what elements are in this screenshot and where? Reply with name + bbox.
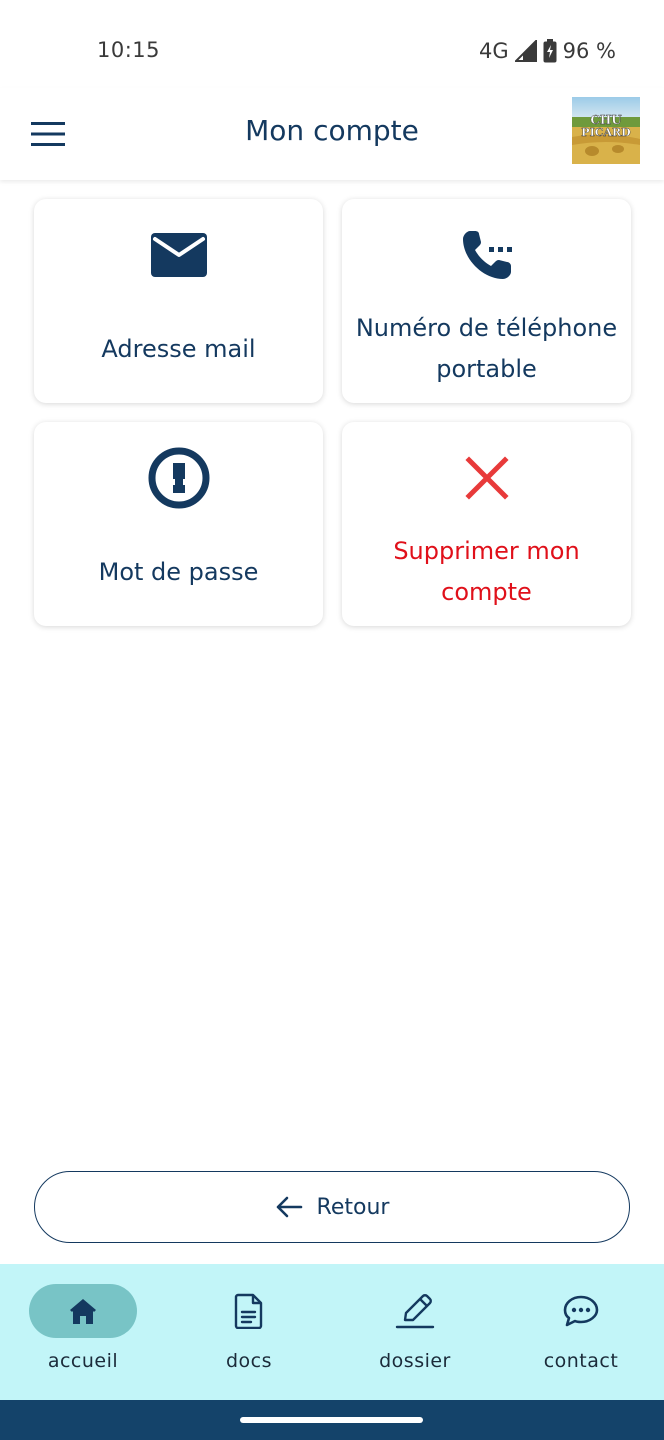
- keyhole-icon: [34, 446, 323, 510]
- home-indicator[interactable]: [240, 1417, 423, 1423]
- card-phone[interactable]: Numéro de téléphone portable: [342, 199, 631, 403]
- nav-item-accueil[interactable]: accueil: [8, 1284, 158, 1394]
- nav-label-dossier: dossier: [379, 1350, 451, 1372]
- battery-level: 96 %: [562, 39, 616, 63]
- svg-text:CHU: CHU: [590, 113, 622, 127]
- card-email[interactable]: Adresse mail: [34, 199, 323, 403]
- nav-label-contact: contact: [543, 1350, 619, 1372]
- chat-bubble-icon: [563, 1295, 599, 1327]
- nav-item-contact[interactable]: contact: [506, 1284, 656, 1394]
- status-bar: 10:15 4G 96 %: [0, 0, 664, 100]
- status-time: 10:15: [97, 38, 161, 62]
- retour-button[interactable]: Retour: [34, 1171, 630, 1243]
- nav-active-indicator: [29, 1284, 137, 1338]
- nav-label-docs: docs: [225, 1350, 273, 1372]
- app-header: Mon compte CHU PICARD: [0, 88, 664, 180]
- page-title: Mon compte: [245, 114, 419, 147]
- arrow-left-icon: [276, 1196, 302, 1218]
- bottom-nav: accueil docs dossier contact: [0, 1264, 664, 1400]
- status-indicators: 4G 96 %: [479, 38, 616, 64]
- nav-label-accueil: accueil: [47, 1350, 119, 1372]
- network-type: 4G: [479, 39, 509, 63]
- svg-text:PICARD: PICARD: [581, 126, 631, 139]
- card-password[interactable]: Mot de passe: [34, 422, 323, 626]
- system-navigation-bar: [0, 1400, 664, 1440]
- document-icon: [234, 1293, 263, 1329]
- retour-label: Retour: [316, 1194, 390, 1220]
- phone-dialing-icon: [342, 223, 631, 287]
- pencil-icon: [395, 1294, 435, 1329]
- home-icon: [70, 1299, 96, 1324]
- card-phone-label: Numéro de téléphone portable: [355, 314, 618, 383]
- card-password-label: Mot de passe: [98, 558, 259, 586]
- chu-picardie-logo[interactable]: CHU PICARD: [572, 97, 640, 164]
- signal-icon: [514, 40, 537, 62]
- battery-charging-icon: [543, 39, 557, 63]
- card-delete-account[interactable]: Supprimer mon compte: [342, 422, 631, 626]
- nav-item-dossier[interactable]: dossier: [340, 1284, 490, 1394]
- envelope-icon: [34, 223, 323, 287]
- card-email-label: Adresse mail: [101, 335, 256, 363]
- nav-item-docs[interactable]: docs: [174, 1284, 324, 1394]
- card-delete-account-label: Supprimer mon compte: [393, 537, 580, 606]
- close-x-icon: [342, 446, 631, 510]
